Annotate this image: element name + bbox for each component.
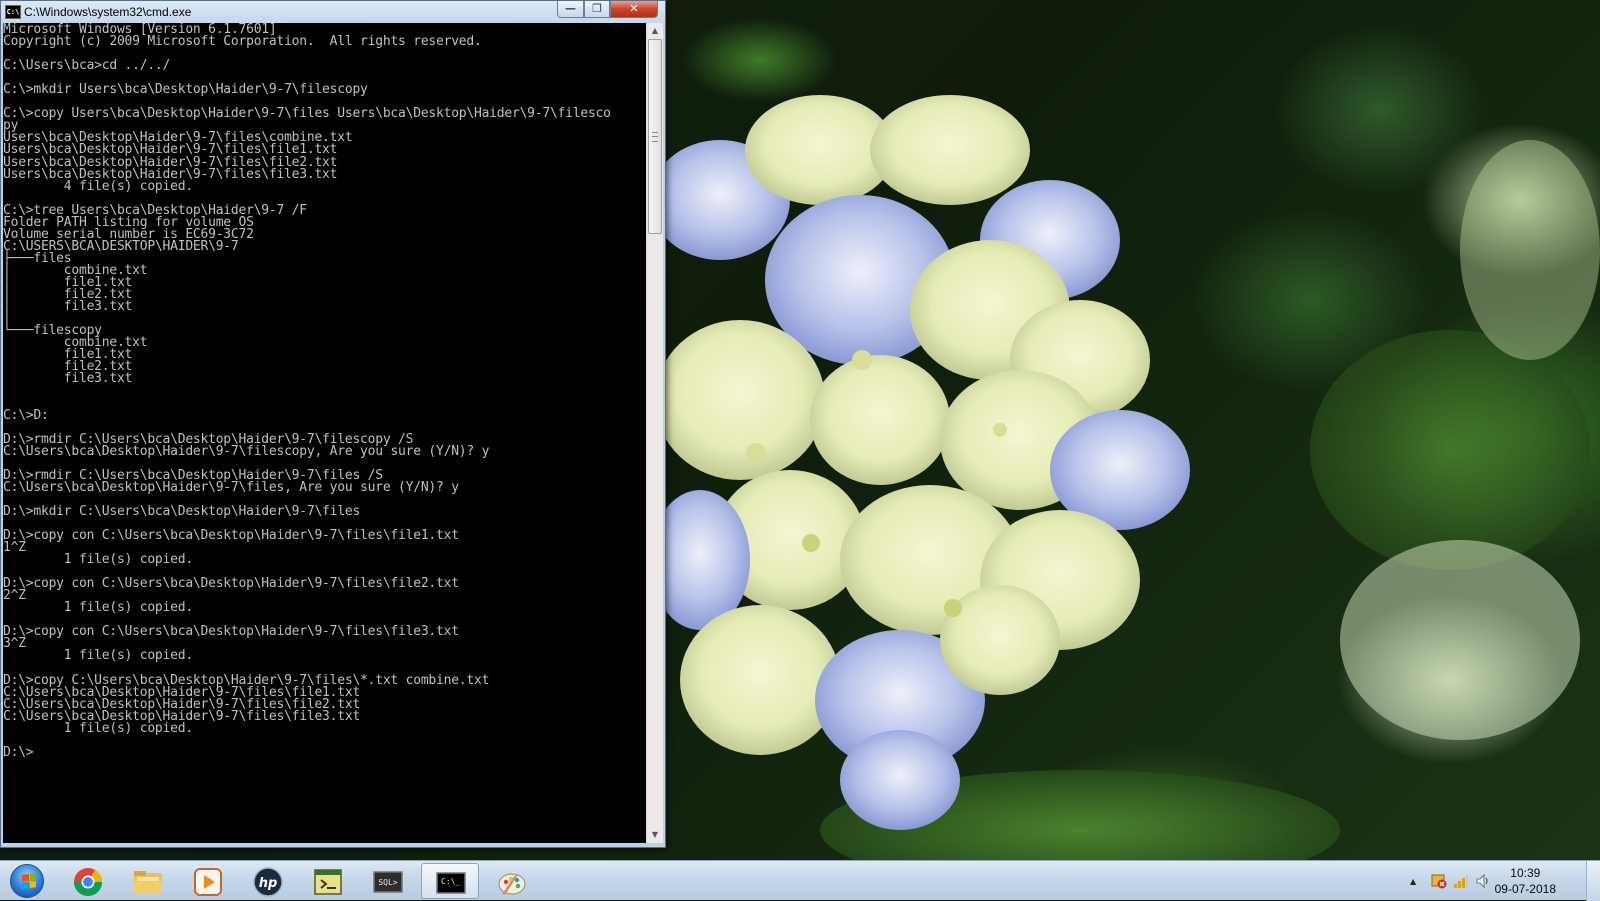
taskbar-sql-button[interactable]: SQL>: [359, 863, 417, 899]
show-hidden-icons-button[interactable]: ▲: [1410, 877, 1416, 886]
taskbar: hp SQL> C:\_ ▲ 10:39 09-07-2018: [0, 860, 1600, 901]
hp-icon: hp: [253, 867, 283, 897]
console-text: Microsoft Windows [Version 6.1.7601] Cop…: [3, 23, 611, 760]
taskbar-hp-button[interactable]: hp: [239, 863, 297, 899]
cmd-icon[interactable]: C:\: [5, 5, 21, 19]
grip-icon: [652, 132, 658, 142]
window-title: C:\Windows\system32\cmd.exe: [24, 5, 192, 19]
scroll-up-arrow-icon[interactable]: ▲: [647, 23, 663, 39]
script-app-icon: [314, 869, 342, 895]
cmd-icon: C:\_: [436, 872, 466, 894]
hydrangea-petals: [650, 95, 1190, 830]
clock-date: 09-07-2018: [1494, 882, 1556, 896]
window-titlebar[interactable]: C:\ C:\Windows\system32\cmd.exe — ❐ ✕: [1, 1, 665, 23]
taskbar-script-app-button[interactable]: [299, 863, 357, 899]
taskbar-cmd-button[interactable]: C:\_: [421, 863, 479, 899]
taskbar-chrome-button[interactable]: [59, 863, 117, 899]
minimize-button[interactable]: —: [557, 1, 584, 18]
vertical-scrollbar[interactable]: ▲ ▼: [646, 23, 663, 843]
paint-icon: [498, 873, 526, 895]
network-signal-icon[interactable]: [1453, 873, 1469, 889]
taskbar-file-explorer-button[interactable]: [119, 863, 177, 899]
file-explorer-icon: [134, 871, 162, 894]
show-desktop-button[interactable]: [1586, 861, 1600, 901]
svg-text:C:\_: C:\_: [441, 877, 460, 886]
taskbar-paint-button[interactable]: [483, 863, 541, 899]
sql-icon: SQL>: [373, 871, 403, 893]
scrollbar-thumb[interactable]: [648, 39, 662, 234]
maximize-button[interactable]: ❐: [584, 1, 610, 18]
scroll-down-arrow-icon[interactable]: ▼: [647, 827, 663, 843]
chrome-icon: [74, 868, 102, 896]
taskbar-clock[interactable]: 10:39 09-07-2018: [1495, 865, 1556, 897]
svg-text:hp: hp: [259, 876, 278, 891]
start-button[interactable]: [5, 863, 49, 899]
svg-text:SQL>: SQL>: [378, 878, 397, 887]
volume-icon[interactable]: [1475, 873, 1491, 889]
taskbar-media-player-button[interactable]: [179, 863, 237, 899]
console-output-area[interactable]: Microsoft Windows [Version 6.1.7601] Cop…: [3, 23, 646, 843]
system-tray: ▲ 10:39 09-07-2018: [1350, 861, 1600, 901]
cmd-window[interactable]: C:\ C:\Windows\system32\cmd.exe — ❐ ✕ Mi…: [0, 0, 666, 848]
close-button[interactable]: ✕: [610, 1, 658, 18]
windows-logo-icon: [10, 864, 44, 898]
clock-time: 10:39: [1510, 866, 1541, 880]
security-alert-icon[interactable]: [1431, 873, 1447, 889]
media-player-icon: [194, 868, 222, 896]
